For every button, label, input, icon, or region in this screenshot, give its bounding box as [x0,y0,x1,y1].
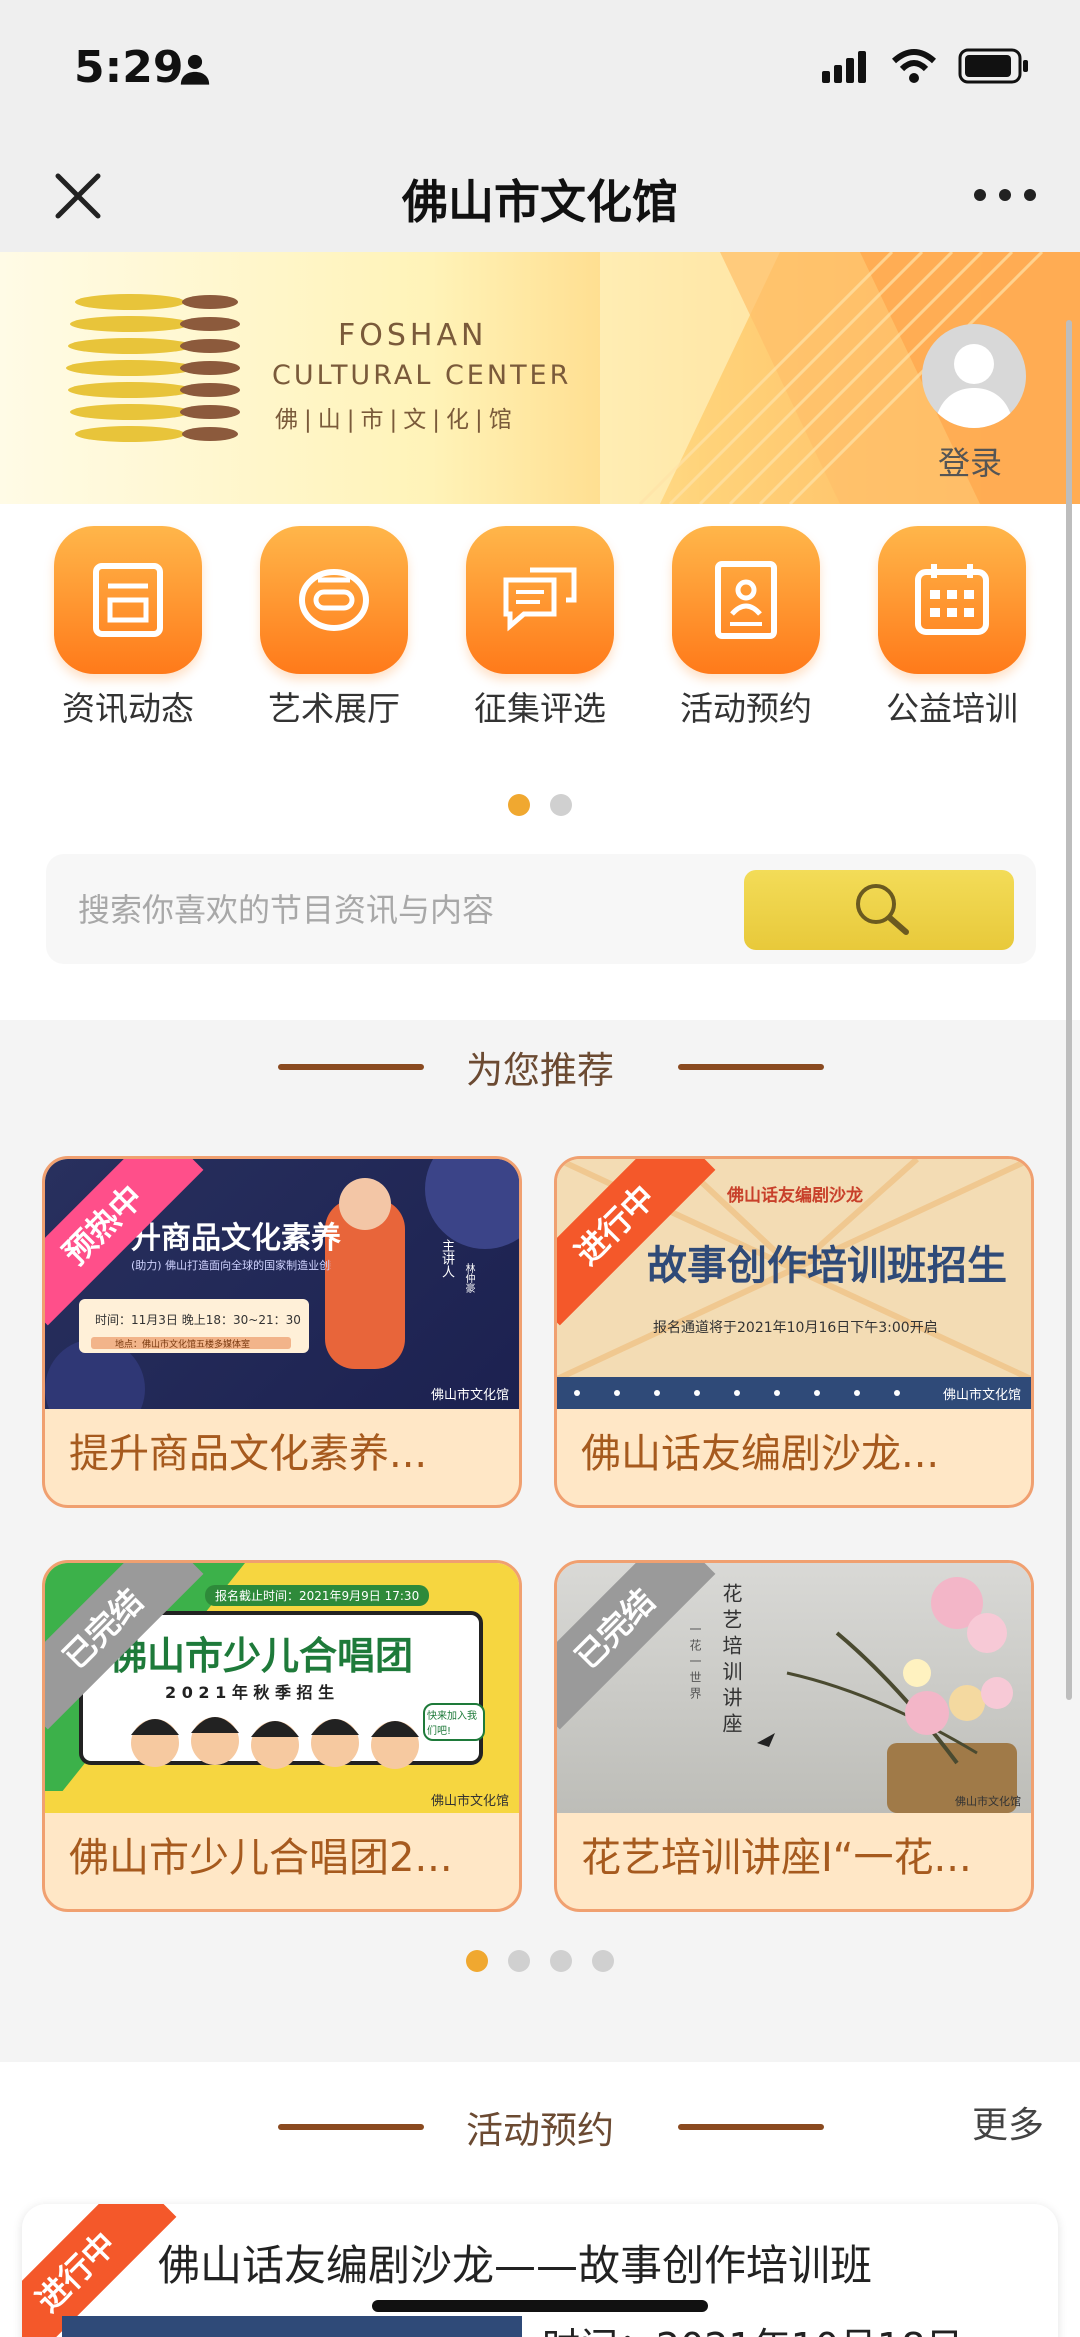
card-image-tag: 佛山话友编剧沙龙 [727,1186,863,1206]
gallery-icon [260,526,408,674]
recommend-card[interactable]: 花艺培训讲座 一花一世界 佛山市文化馆 已完结 花艺培训讲座I“一花... [554,1560,1034,1912]
pager-dot[interactable] [550,794,572,816]
signal-icon [822,51,866,83]
pager-dot[interactable] [592,1950,614,1972]
menu-item-news[interactable]: 资讯动态 [48,526,208,728]
card-image-sub: 报名通道将于2021年10月16日下午3:00开启 [653,1320,938,1336]
activity-title: 佛山话友编剧沙龙——故事创作培训班 [158,2241,873,2290]
card-image-place: 地点：佛山市文化馆五楼多媒体室 [115,1340,251,1350]
card-image-logo: 佛山市文化馆 [430,1388,509,1403]
divider-right [678,1064,824,1070]
card-image-headline: 花艺培训讲座 [719,1583,743,1739]
brand-name-en-1: FOSHAN [338,318,488,353]
card-image-sub: 一花一世界 [688,1623,702,1703]
more-icon[interactable] [970,180,1040,210]
pager-dot[interactable] [550,1950,572,1972]
search-bar [46,854,1036,964]
avatar[interactable] [922,324,1026,428]
divider-right [678,2124,824,2130]
card-image-time: 时间：11月3日 晚上18：30~21：30 [95,1313,301,1327]
menu-label: 活动预约 [680,689,812,728]
battery-icon [958,48,1028,84]
activity-card[interactable]: 进行中 佛山话友编剧沙龙——故事创作培训班 时间：2021年10月18日 [22,2204,1058,2337]
menu-label: 资讯动态 [62,689,194,728]
search-icon [856,884,909,935]
brand-name-cn: 佛|山|市|文|化|馆 [275,407,518,433]
menu-label: 艺术展厅 [268,689,400,728]
card-image-headline: 升商品文化素养 [131,1221,341,1256]
news-icon [54,526,202,674]
card-title: 花艺培训讲座I“一花... [581,1835,972,1881]
card-image-headline: 佛山市少儿合唱团 [109,1634,414,1678]
card-image-logo: 佛山市文化馆 [942,1388,1021,1403]
status-bar: 5:29 [0,0,1080,140]
card-image-tag: 报名截止时间：2021年9月9日 17:30 [205,1585,430,1606]
page-title: 佛山市文化馆 [402,175,678,229]
login-link[interactable]: 登录 [938,438,1002,484]
status-icons [822,48,1030,84]
wifi-icon [892,49,936,83]
nav-bar: 佛山市文化馆 [0,140,1080,252]
recommend-card[interactable]: 佛山话友编剧沙龙 故事创作培训班招生 报名通道将于2021年10月16日下午3:… [554,1156,1034,1508]
scrollbar[interactable] [1066,320,1072,1700]
pager-dot-active[interactable] [466,1950,488,1972]
home-indicator[interactable] [372,2300,708,2312]
section-title: 活动预约 [466,2109,614,2152]
avatar-icon [934,344,1014,428]
card-title: 提升商品文化素养... [69,1431,428,1477]
card-title: 佛山话友编剧沙龙... [581,1431,940,1477]
more-link[interactable]: 更多 [972,2096,1044,2148]
activity-thumb [62,2316,522,2337]
activity-section: 活动预约 更多 进行中 佛山话友编剧沙龙——故事创作培训班 时间：2021年10… [0,2062,1080,2337]
recommend-pager[interactable] [0,1950,1080,1976]
card-image-speaker: 林仲豪 [463,1263,474,1293]
card-image-bubble: 快来加入我们吧! [423,1703,485,1741]
menu-item-collect[interactable]: 征集评选 [460,526,620,728]
recommend-card[interactable]: 升商品文化素养 (助力) 佛山打造面向全球的国家制造业创新中心 时间：11月3日… [42,1156,522,1508]
card-image-logo: 佛山市文化馆 [430,1794,509,1809]
card-image-speaker-label: 主讲人 [439,1239,454,1278]
menu-item-gallery[interactable]: 艺术展厅 [254,526,414,728]
card-title: 佛山市少儿合唱团2... [69,1835,453,1881]
search-button[interactable] [744,870,1014,950]
search-input[interactable] [76,882,740,938]
calendar-icon [878,526,1026,674]
menu-pager[interactable] [0,794,1080,820]
card-image-headline: 故事创作培训班招生 [647,1243,1007,1289]
pager-dot[interactable] [508,1950,530,1972]
recommend-section: 为您推荐 升商品文化素养 (助力) 佛山打造面向全球的国家制造业创新中心 时间：… [0,1020,1080,2020]
menu-label: 征集评选 [474,689,606,728]
card-image-sub: 2 0 2 1 年 秋 季 招 生 [165,1683,335,1702]
header-banner: FOSHAN CULTURAL CENTER 佛|山|市|文|化|馆 登录 [0,252,1080,504]
user-icon [180,54,210,85]
page-content[interactable]: FOSHAN CULTURAL CENTER 佛|山|市|文|化|馆 登录 资讯… [0,252,1080,2337]
badge-icon [672,526,820,674]
foshan-logo [66,294,240,442]
brand-name-en-2: CULTURAL CENTER [272,360,572,391]
menu-label: 公益培训 [886,689,1018,728]
menu-item-training[interactable]: 公益培训 [872,526,1032,728]
card-image-logo: 佛山市文化馆 [955,1795,1021,1808]
recommend-card[interactable]: 报名截止时间：2021年9月9日 17:30 佛山市少儿合唱团 2 0 2 1 … [42,1560,522,1912]
menu-row: 资讯动态 艺术展厅 征集评选 活动预约 公益培训 [0,526,1080,728]
section-title: 为您推荐 [466,1049,614,1092]
card-image-sub: (助力) 佛山打造面向全球的国家制造业创新中心 [131,1259,331,1272]
chat-icon [466,526,614,674]
status-time: 5:29 [74,42,184,93]
activity-time: 时间：2021年10月18日 [542,2316,963,2337]
pager-dot-active[interactable] [508,794,530,816]
menu-item-booking[interactable]: 活动预约 [666,526,826,728]
